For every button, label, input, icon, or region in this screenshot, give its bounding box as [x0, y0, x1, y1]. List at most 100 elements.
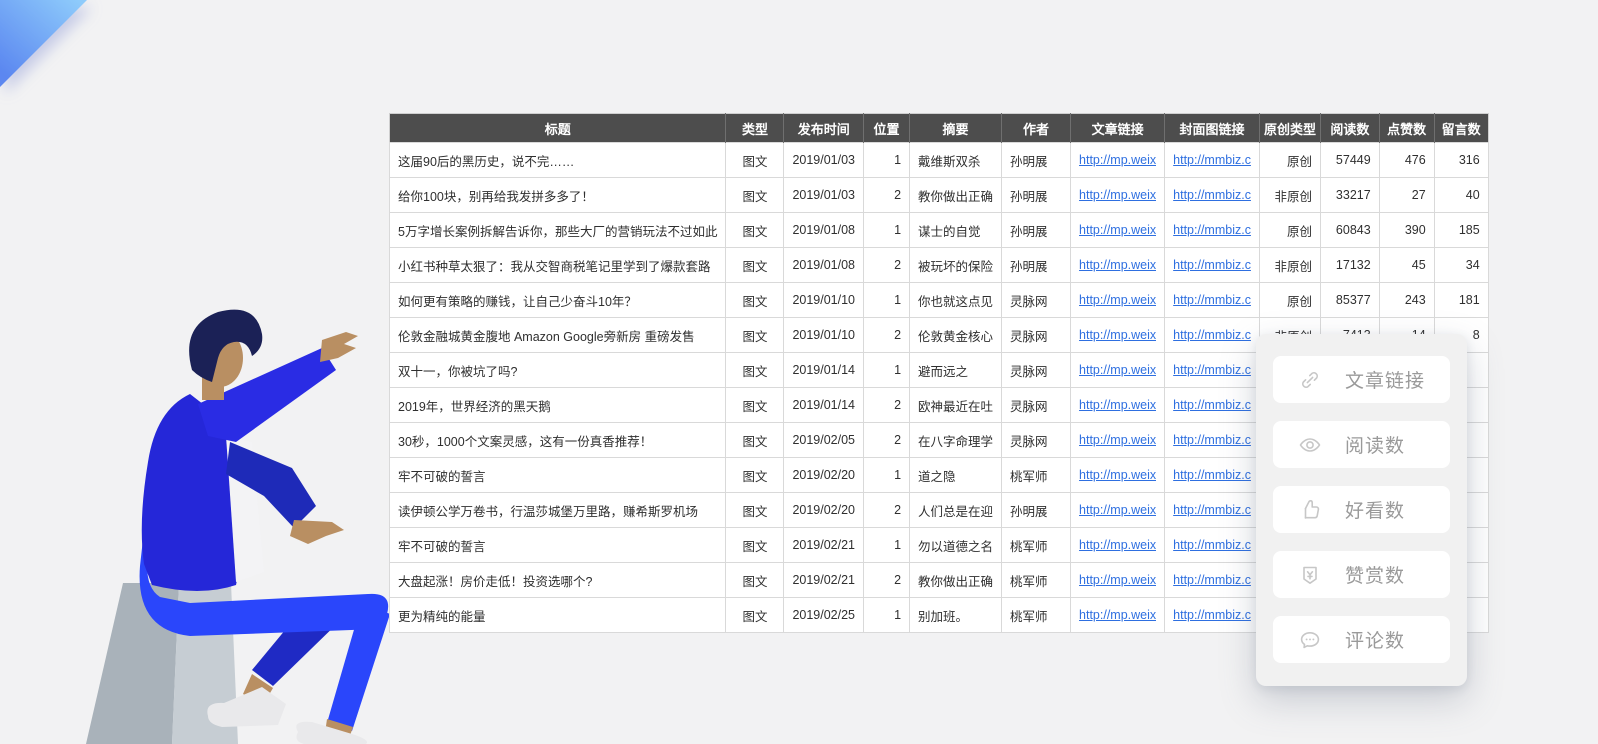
cover-link[interactable]: http://mmbiz.c — [1173, 363, 1251, 377]
cell-type: 图文 — [726, 528, 784, 563]
article-link[interactable]: http://mp.weix — [1079, 293, 1156, 307]
article-link[interactable]: http://mp.weix — [1079, 328, 1156, 342]
table-row: 如何更有策略的赚钱，让自己少奋斗10年？图文2019/01/101你也就这点见灵… — [390, 283, 1489, 318]
cover-link[interactable]: http://mmbiz.c — [1173, 153, 1251, 167]
cover-link[interactable]: http://mmbiz.c — [1173, 468, 1251, 482]
field-option-eye[interactable]: 阅读数 — [1273, 421, 1450, 468]
cell-article_link: http://mp.weix — [1071, 598, 1165, 633]
cell-date: 2019/01/08 — [784, 213, 864, 248]
cell-summary: 别加班。 — [910, 598, 1002, 633]
cell-type: 图文 — [726, 423, 784, 458]
cell-author: 桃军师 — [1002, 598, 1071, 633]
cell-article_link: http://mp.weix — [1071, 528, 1165, 563]
column-header-cover_link: 封面图链接 — [1165, 114, 1260, 143]
cell-position: 1 — [864, 283, 910, 318]
cell-reads: 60843 — [1320, 213, 1379, 248]
cell-cover_link: http://mmbiz.c — [1165, 528, 1260, 563]
cell-author: 灵脉网 — [1002, 353, 1071, 388]
cell-position: 2 — [864, 248, 910, 283]
cell-position: 1 — [864, 213, 910, 248]
article-link[interactable]: http://mp.weix — [1079, 503, 1156, 517]
cell-summary: 道之隐 — [910, 458, 1002, 493]
cover-link[interactable]: http://mmbiz.c — [1173, 503, 1251, 517]
article-link[interactable]: http://mp.weix — [1079, 363, 1156, 377]
cell-comments: 40 — [1434, 178, 1488, 213]
cell-comments: 181 — [1434, 283, 1488, 318]
field-option-link[interactable]: 文章链接 — [1273, 356, 1450, 403]
column-header-type: 类型 — [726, 114, 784, 143]
cell-likes: 45 — [1379, 248, 1434, 283]
cell-original: 原创 — [1259, 213, 1320, 248]
field-option-reward[interactable]: 赞赏数 — [1273, 551, 1450, 598]
cover-link[interactable]: http://mmbiz.c — [1173, 608, 1251, 622]
cell-type: 图文 — [726, 493, 784, 528]
cover-link[interactable]: http://mmbiz.c — [1173, 223, 1251, 237]
article-link[interactable]: http://mp.weix — [1079, 258, 1156, 272]
cover-link[interactable]: http://mmbiz.c — [1173, 433, 1251, 447]
cell-date: 2019/02/20 — [784, 493, 864, 528]
cell-author: 孙明展 — [1002, 178, 1071, 213]
cell-title: 这届90后的黑历史，说不完…… — [390, 143, 726, 178]
cell-position: 1 — [864, 598, 910, 633]
cell-reads: 85377 — [1320, 283, 1379, 318]
cell-title: 5万字增长案例拆解告诉你，那些大厂的营销玩法不过如此 — [390, 213, 726, 248]
comment-icon — [1298, 628, 1322, 652]
article-link[interactable]: http://mp.weix — [1079, 398, 1156, 412]
cell-date: 2019/01/03 — [784, 143, 864, 178]
article-link[interactable]: http://mp.weix — [1079, 433, 1156, 447]
field-option-thumbs-up[interactable]: 好看数 — [1273, 486, 1450, 533]
cover-link[interactable]: http://mmbiz.c — [1173, 258, 1251, 272]
cell-title: 牢不可破的誓言 — [390, 458, 726, 493]
cell-comments: 34 — [1434, 248, 1488, 283]
cell-position: 2 — [864, 423, 910, 458]
cover-link[interactable]: http://mmbiz.c — [1173, 328, 1251, 342]
cell-date: 2019/01/08 — [784, 248, 864, 283]
pedestal-dark-face — [86, 583, 179, 744]
cell-position: 1 — [864, 458, 910, 493]
cell-likes: 476 — [1379, 143, 1434, 178]
cell-article_link: http://mp.weix — [1071, 353, 1165, 388]
article-link[interactable]: http://mp.weix — [1079, 153, 1156, 167]
field-option-comment[interactable]: 评论数 — [1273, 616, 1450, 663]
article-link[interactable]: http://mp.weix — [1079, 573, 1156, 587]
field-option-label: 评论数 — [1345, 626, 1405, 653]
cell-title: 伦敦金融城黄金腹地 Amazon Google旁新房 重磅发售 — [390, 318, 726, 353]
cell-date: 2019/02/20 — [784, 458, 864, 493]
cover-link[interactable]: http://mmbiz.c — [1173, 538, 1251, 552]
cell-summary: 教你做出正确 — [910, 178, 1002, 213]
cell-cover_link: http://mmbiz.c — [1165, 493, 1260, 528]
cell-comments: 316 — [1434, 143, 1488, 178]
cell-type: 图文 — [726, 178, 784, 213]
cell-cover_link: http://mmbiz.c — [1165, 248, 1260, 283]
cell-original: 非原创 — [1259, 178, 1320, 213]
article-link[interactable]: http://mp.weix — [1079, 223, 1156, 237]
cell-article_link: http://mp.weix — [1071, 493, 1165, 528]
cover-link[interactable]: http://mmbiz.c — [1173, 398, 1251, 412]
column-header-date: 发布时间 — [784, 114, 864, 143]
cell-author: 灵脉网 — [1002, 388, 1071, 423]
cell-summary: 欧神最近在吐 — [910, 388, 1002, 423]
article-link[interactable]: http://mp.weix — [1079, 608, 1156, 622]
cell-likes: 243 — [1379, 283, 1434, 318]
cell-author: 孙明展 — [1002, 213, 1071, 248]
cover-link[interactable]: http://mmbiz.c — [1173, 188, 1251, 202]
cell-original: 非原创 — [1259, 248, 1320, 283]
article-link[interactable]: http://mp.weix — [1079, 468, 1156, 482]
cell-date: 2019/02/21 — [784, 563, 864, 598]
cell-type: 图文 — [726, 458, 784, 493]
cell-cover_link: http://mmbiz.c — [1165, 213, 1260, 248]
cell-cover_link: http://mmbiz.c — [1165, 353, 1260, 388]
article-link[interactable]: http://mp.weix — [1079, 188, 1156, 202]
cell-title: 30秒，1000个文案灵感，这有一份真香推荐！ — [390, 423, 726, 458]
reward-icon — [1298, 563, 1322, 587]
cell-cover_link: http://mmbiz.c — [1165, 283, 1260, 318]
cell-summary: 在八字命理学 — [910, 423, 1002, 458]
cell-date: 2019/01/14 — [784, 353, 864, 388]
cell-summary: 勿以道德之名 — [910, 528, 1002, 563]
cover-link[interactable]: http://mmbiz.c — [1173, 573, 1251, 587]
article-link[interactable]: http://mp.weix — [1079, 538, 1156, 552]
cell-title: 大盘起涨！房价走低！投资选哪个? — [390, 563, 726, 598]
cover-link[interactable]: http://mmbiz.c — [1173, 293, 1251, 307]
cell-article_link: http://mp.weix — [1071, 318, 1165, 353]
cell-type: 图文 — [726, 388, 784, 423]
